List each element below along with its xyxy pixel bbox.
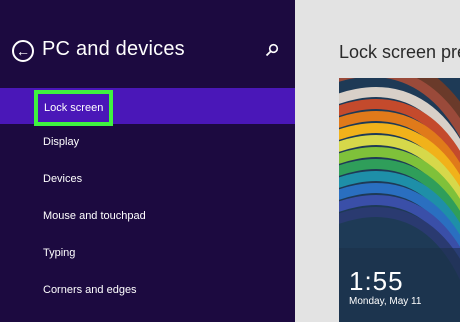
nav-item-label: Typing: [43, 247, 76, 259]
content-title: Lock screen pre: [339, 42, 460, 62]
back-arrow-icon: ←: [16, 43, 30, 59]
settings-sidebar: ← PC and devices Lock screen Display Dev…: [0, 0, 295, 322]
clock-time: 1:55: [349, 266, 404, 296]
nav-item-label: Display: [43, 136, 80, 148]
nav-item-typing[interactable]: Typing: [0, 236, 295, 272]
nav-item-label: Corners and edges: [43, 284, 137, 296]
clock-date: Monday, May 11: [349, 296, 422, 307]
nav-item-label: Mouse and touchpad: [43, 210, 146, 222]
search-icon: [265, 43, 279, 57]
nav-item-mouse-and-touchpad[interactable]: Mouse and touchpad: [0, 199, 295, 235]
nav-item-lock-screen[interactable]: Lock screen: [0, 88, 295, 126]
page-title: PC and devices: [42, 38, 185, 60]
nav-item-display[interactable]: Display: [0, 125, 295, 161]
nav-item-label: Devices: [43, 173, 83, 185]
back-button[interactable]: ←: [12, 40, 34, 62]
search-button[interactable]: [265, 43, 279, 57]
nav-item-devices[interactable]: Devices: [0, 162, 295, 198]
nav-item-label: Lock screen: [34, 90, 114, 126]
content-pane: Lock screen pre 1:55 Monday, May 11: [295, 0, 460, 322]
nav-item-corners-and-edges[interactable]: Corners and edges: [0, 273, 295, 309]
lock-screen-preview: 1:55 Monday, May 11: [339, 78, 460, 322]
